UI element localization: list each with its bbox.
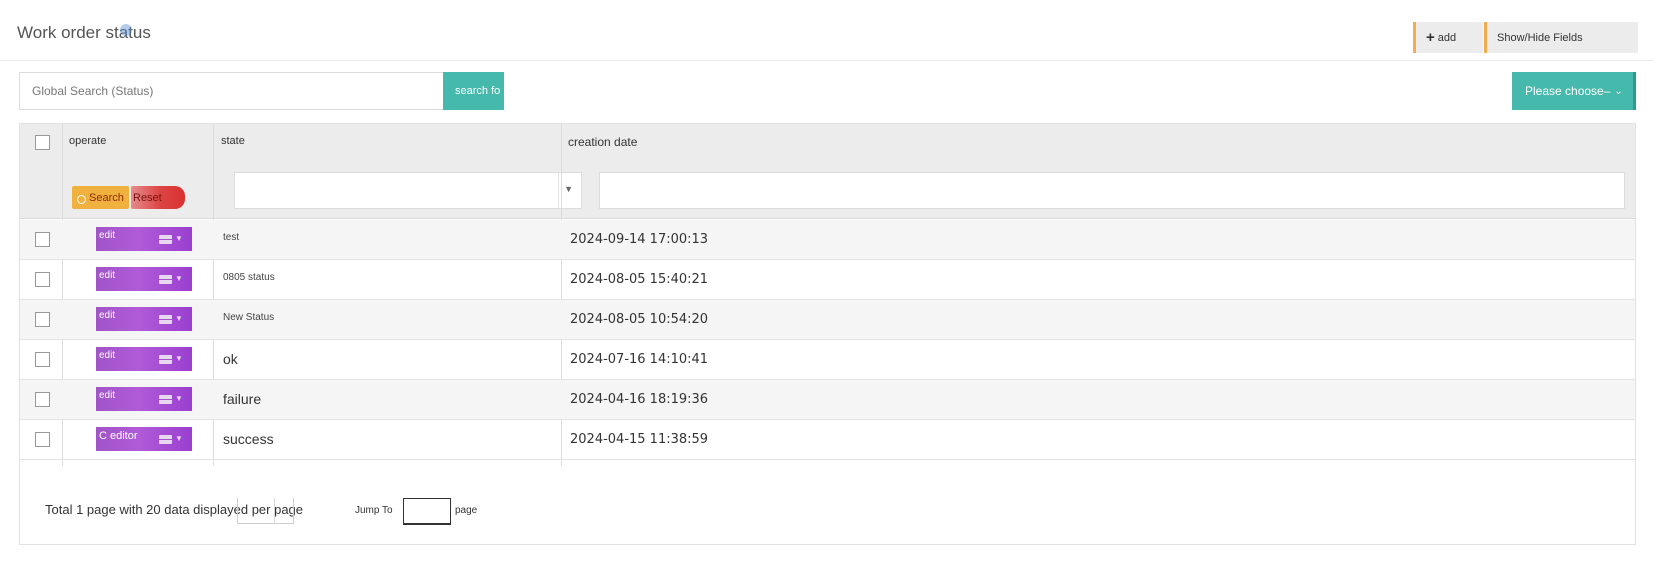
page-header: Work order status + add Show/Hide Fields [0, 0, 1653, 61]
page-label: page [455, 505, 478, 516]
chevron-down-icon: ▼ [175, 274, 183, 283]
creation-date-cell: 2024-08-05 10:54:20 [570, 312, 709, 327]
state-cell: ok [223, 351, 238, 367]
column-header-creation-date: creation date [568, 135, 638, 149]
column-header-state: state [221, 135, 245, 147]
status-table: operate state creation date Search Reset… [19, 123, 1636, 545]
edit-button[interactable]: edit ▼ [96, 227, 192, 251]
row-checkbox[interactable] [35, 312, 50, 327]
creation-date-cell: 2024-09-14 17:00:13 [570, 232, 709, 247]
add-button-label: add [1437, 31, 1457, 44]
row-checkbox[interactable] [35, 392, 50, 407]
menu-icon [159, 355, 172, 364]
chevron-down-icon: ▼ [175, 434, 183, 443]
select-divider [558, 173, 559, 208]
editor-button-label: C editor [99, 430, 138, 442]
chevron-down-icon: ▼ [175, 394, 183, 403]
row-checkbox[interactable] [35, 232, 50, 247]
state-cell: 0805 status [223, 272, 275, 283]
state-cell: New Status [223, 312, 275, 323]
creation-date-filter-input[interactable] [599, 172, 1625, 209]
row-checkbox[interactable] [35, 272, 50, 287]
menu-icon [159, 315, 172, 324]
please-choose-dropdown[interactable]: Please choose– ⌄ [1512, 72, 1636, 110]
menu-icon [159, 275, 172, 284]
menu-icon [159, 235, 172, 244]
filter-reset-button[interactable]: Reset [131, 186, 185, 209]
edit-button-label: edit [99, 270, 116, 281]
state-cell: failure [223, 391, 262, 407]
edit-button-label: edit [99, 230, 116, 241]
table-row: edit ▼ ok 2024-07-16 14:10:41 [20, 340, 1635, 380]
state-filter-select[interactable]: ▼ [234, 172, 582, 209]
search-button[interactable]: search fo [443, 72, 504, 110]
jump-to-label: Jump To [355, 505, 393, 516]
edit-button-label: edit [99, 350, 116, 361]
edit-button[interactable]: edit ▼ [96, 387, 192, 411]
creation-date-cell: 2024-04-16 18:19:36 [570, 392, 709, 407]
row-checkbox[interactable] [35, 352, 50, 367]
menu-icon [159, 435, 172, 444]
table-row: C editor ▼ success 2024-04-15 11:38:59 [20, 420, 1635, 460]
filter-search-label: Search [89, 191, 124, 204]
jump-to-page-input[interactable] [403, 498, 451, 525]
edit-button[interactable]: edit ▼ [96, 307, 192, 331]
chevron-down-icon: ▼ [175, 234, 183, 243]
edit-button-label: edit [99, 390, 116, 401]
state-cell: success [223, 431, 274, 447]
pagination-footer: Total 1 page with 20 data displayed per … [20, 466, 1635, 544]
please-choose-label: Please choose– [1525, 84, 1611, 98]
edit-button[interactable]: edit ▼ [96, 347, 192, 371]
edit-button[interactable]: edit ▼ [96, 267, 192, 291]
select-arrow-icon: ▼ [564, 184, 573, 194]
magnifier-icon [77, 194, 86, 204]
chevron-down-icon: ▼ [175, 354, 183, 363]
global-search-input[interactable] [19, 72, 443, 110]
table-row: edit ▼ test 2024-09-14 17:00:13 [20, 220, 1635, 260]
chevron-down-icon: ▼ [175, 314, 183, 323]
cursor-indicator [120, 24, 132, 36]
caret-down-icon: ⌄ [1614, 85, 1623, 97]
table-row: edit ▼ failure 2024-04-16 18:19:36 [20, 380, 1635, 420]
plus-icon: + [1426, 29, 1435, 46]
column-header-operate: operate [69, 135, 107, 147]
creation-date-cell: 2024-07-16 14:10:41 [570, 352, 709, 367]
table-row: edit ▼ 0805 status 2024-08-05 15:40:21 [20, 260, 1635, 300]
state-cell: test [223, 232, 240, 243]
table-row: edit ▼ New Status 2024-08-05 10:54:20 [20, 300, 1635, 340]
menu-icon [159, 395, 172, 404]
filter-search-button[interactable]: Search [72, 186, 129, 209]
table-header: operate state creation date Search Reset… [20, 124, 1635, 219]
show-hide-fields-button[interactable]: Show/Hide Fields [1484, 22, 1638, 53]
creation-date-cell: 2024-08-05 15:40:21 [570, 272, 709, 287]
editor-button[interactable]: C editor ▼ [96, 427, 192, 451]
per-page-select[interactable] [237, 498, 294, 524]
edit-button-label: edit [99, 310, 116, 321]
add-button[interactable]: + add [1413, 22, 1483, 53]
select-all-checkbox[interactable] [35, 135, 50, 150]
creation-date-cell: 2024-04-15 11:38:59 [570, 432, 709, 447]
row-checkbox[interactable] [35, 432, 50, 447]
